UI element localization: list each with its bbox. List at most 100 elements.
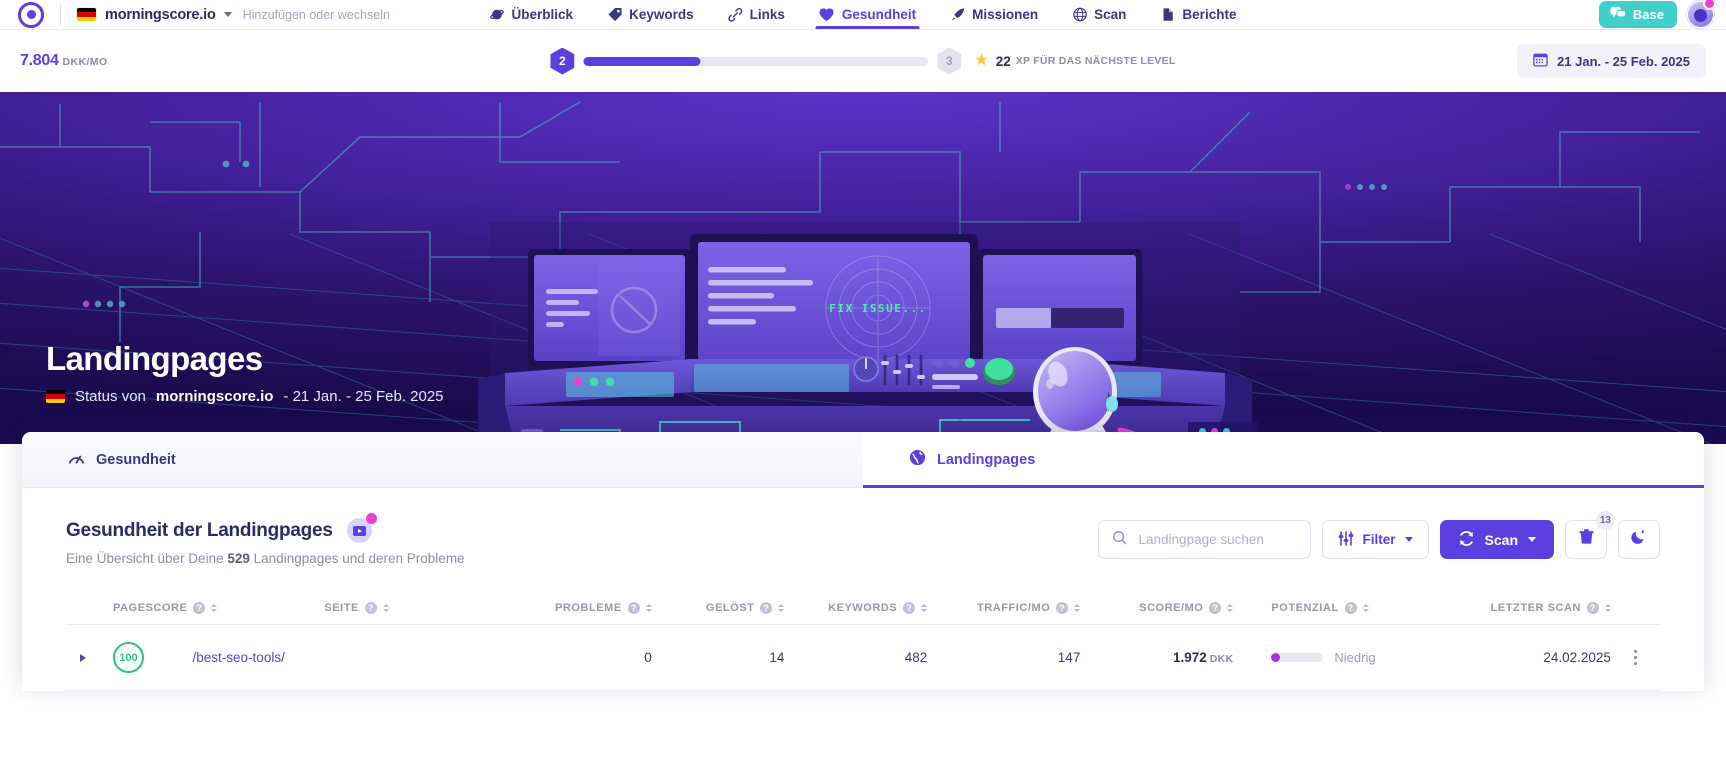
scan-button[interactable]: Scan xyxy=(1439,520,1554,559)
help-icon[interactable]: ? xyxy=(903,602,916,614)
xp-label: XP FÜR DAS NÄCHSTE LEVEL xyxy=(1015,55,1176,67)
nav-item-keywords[interactable]: Keywords xyxy=(590,0,711,29)
col-label: TRAFFIC/MO xyxy=(977,602,1051,614)
search-box[interactable] xyxy=(1097,520,1318,559)
cell-seite[interactable]: /best-seo-tools/ xyxy=(192,624,499,691)
chevron-down-icon xyxy=(1404,537,1413,542)
base-chat-button[interactable]: Base xyxy=(1598,1,1677,28)
revenue-value: 7.804 xyxy=(20,52,59,69)
delete-button[interactable]: 13 xyxy=(1565,511,1615,559)
nav-item-gesundheit[interactable]: Gesundheit xyxy=(802,0,933,29)
date-range-picker[interactable]: 21 Jan. - 25 Feb. 2025 xyxy=(1517,44,1706,78)
filter-sliders-icon xyxy=(1338,530,1354,549)
help-icon[interactable]: ? xyxy=(627,602,640,614)
col-label: POTENZIAL xyxy=(1271,602,1339,614)
user-avatar[interactable] xyxy=(1687,0,1716,28)
nav-item-berichte[interactable]: Berichte xyxy=(1143,0,1253,29)
main-nav-items: Überblick Keywords Links Gesundheit Miss… xyxy=(473,0,1254,29)
col-label: LETZTER SCAN xyxy=(1490,602,1581,614)
col-label: PROBLEME xyxy=(555,602,622,614)
col-keywords[interactable]: KEYWORDS ? xyxy=(784,592,928,625)
add-or-switch-site-link[interactable]: Hinzufügen oder wechseln xyxy=(243,8,390,22)
sort-icon[interactable] xyxy=(921,604,928,612)
sort-icon[interactable] xyxy=(1604,604,1611,612)
help-icon[interactable]: ? xyxy=(364,602,377,614)
video-tutorial-button[interactable] xyxy=(346,513,377,543)
date-range-label: 21 Jan. - 25 Feb. 2025 xyxy=(1557,53,1690,69)
col-score[interactable]: SCORE/MO ? xyxy=(1080,592,1234,625)
score-value: 1.972 xyxy=(1172,650,1207,665)
help-icon[interactable]: ? xyxy=(760,602,773,614)
cell-keywords: 482 xyxy=(784,624,928,691)
sort-icon[interactable] xyxy=(778,604,785,612)
score-unit: DKK xyxy=(1209,653,1234,665)
subtitle-post: Landingpages und deren Probleme xyxy=(253,551,465,566)
sort-icon[interactable] xyxy=(645,604,652,612)
xp-value: 22 xyxy=(995,53,1011,69)
help-icon[interactable]: ? xyxy=(1344,602,1357,614)
sort-icon[interactable] xyxy=(1227,604,1234,612)
hero-site-name: morningscore.io xyxy=(155,388,274,405)
morningscore-logo-icon[interactable] xyxy=(18,1,44,28)
star-icon: ★ xyxy=(974,52,989,69)
page-url-link[interactable]: /best-seo-tools/ xyxy=(193,650,285,665)
section-subtitle: Eine Übersicht über Deine 529 Landingpag… xyxy=(66,551,1098,566)
table-header-row: PAGESCORE ? SEITE ? PROBLEME ? GELÖST ? … xyxy=(66,592,1660,625)
nav-item-scan[interactable]: Scan xyxy=(1055,0,1143,29)
sub-header-bar: 7.804 DKK/MO 2 3 ★ 22 XP FÜR DAS NÄCHSTE … xyxy=(0,30,1726,92)
cell-pagescore: 100 xyxy=(112,624,193,691)
search-input[interactable] xyxy=(1136,531,1318,548)
nav-item-links[interactable]: Links xyxy=(711,0,802,29)
section-title: Gesundheit der Landingpages xyxy=(66,519,333,541)
page-title: Landingpages xyxy=(46,340,263,377)
filter-button[interactable]: Filter xyxy=(1321,520,1429,559)
xp-progress-fill xyxy=(583,56,701,66)
base-label: Base xyxy=(1632,7,1664,22)
calendar-icon xyxy=(1533,52,1548,70)
row-menu-icon[interactable] xyxy=(1611,649,1660,666)
nav-label: Missionen xyxy=(972,7,1039,22)
col-potenzial[interactable]: POTENZIAL ? xyxy=(1233,592,1438,625)
nav-item-uberblick[interactable]: Überblick xyxy=(473,0,591,29)
chevron-down-icon[interactable] xyxy=(223,12,232,17)
help-icon[interactable]: ? xyxy=(1209,602,1222,614)
cell-score: 1.972 DKK xyxy=(1080,624,1234,691)
document-icon xyxy=(1160,7,1175,22)
table-toolbar: Filter Scan 13 xyxy=(1097,511,1660,559)
german-flag-icon xyxy=(46,390,65,403)
hero-status-suffix: - 21 Jan. - 25 Feb. 2025 xyxy=(283,388,444,405)
col-label: KEYWORDS xyxy=(828,602,898,614)
cell-geloest: 14 xyxy=(651,624,785,691)
help-icon[interactable]: ? xyxy=(1586,602,1599,614)
col-pagescore[interactable]: PAGESCORE ? SEITE ? xyxy=(112,592,499,625)
nav-item-missionen[interactable]: Missionen xyxy=(933,0,1055,29)
nav-label: Überblick xyxy=(511,7,574,22)
col-traffic[interactable]: TRAFFIC/MO ? xyxy=(927,592,1081,625)
sort-icon[interactable] xyxy=(1074,604,1081,612)
delete-count-badge: 13 xyxy=(1595,511,1615,530)
radar-icon xyxy=(1072,7,1087,22)
snooze-button[interactable] xyxy=(1618,520,1660,559)
col-probleme[interactable]: PROBLEME ? xyxy=(498,592,652,625)
nav-label: Berichte xyxy=(1182,7,1237,22)
table-row[interactable]: 100 /best-seo-tools/ 0 14 482 147 1.972 D… xyxy=(66,624,1660,691)
hero-subtitle: Status von morningscore.io - 21 Jan. - 2… xyxy=(46,388,444,405)
sort-icon[interactable] xyxy=(1362,604,1369,612)
col-letzter-scan[interactable]: LETZTER SCAN ? xyxy=(1437,592,1611,625)
row-expander-cell[interactable] xyxy=(66,624,113,691)
tab-landingpages[interactable]: Landingpages xyxy=(863,432,1704,488)
section-header-left: Gesundheit der Landingpages Eine Übersic… xyxy=(66,513,1098,566)
current-site-name[interactable]: morningscore.io xyxy=(105,7,216,23)
cell-actions[interactable] xyxy=(1610,624,1660,691)
tab-label: Landingpages xyxy=(937,451,1036,468)
help-icon[interactable]: ? xyxy=(1056,602,1069,614)
globe-icon xyxy=(909,449,926,470)
cell-probleme: 0 xyxy=(498,624,652,691)
nav-label: Gesundheit xyxy=(841,7,917,22)
help-icon[interactable]: ? xyxy=(193,602,206,614)
sort-icon[interactable] xyxy=(211,604,218,612)
tab-gesundheit[interactable]: Gesundheit xyxy=(22,432,863,487)
sort-icon[interactable] xyxy=(382,604,389,612)
col-geloest[interactable]: GELÖST ? xyxy=(651,592,785,625)
chevron-right-icon[interactable] xyxy=(80,653,86,662)
